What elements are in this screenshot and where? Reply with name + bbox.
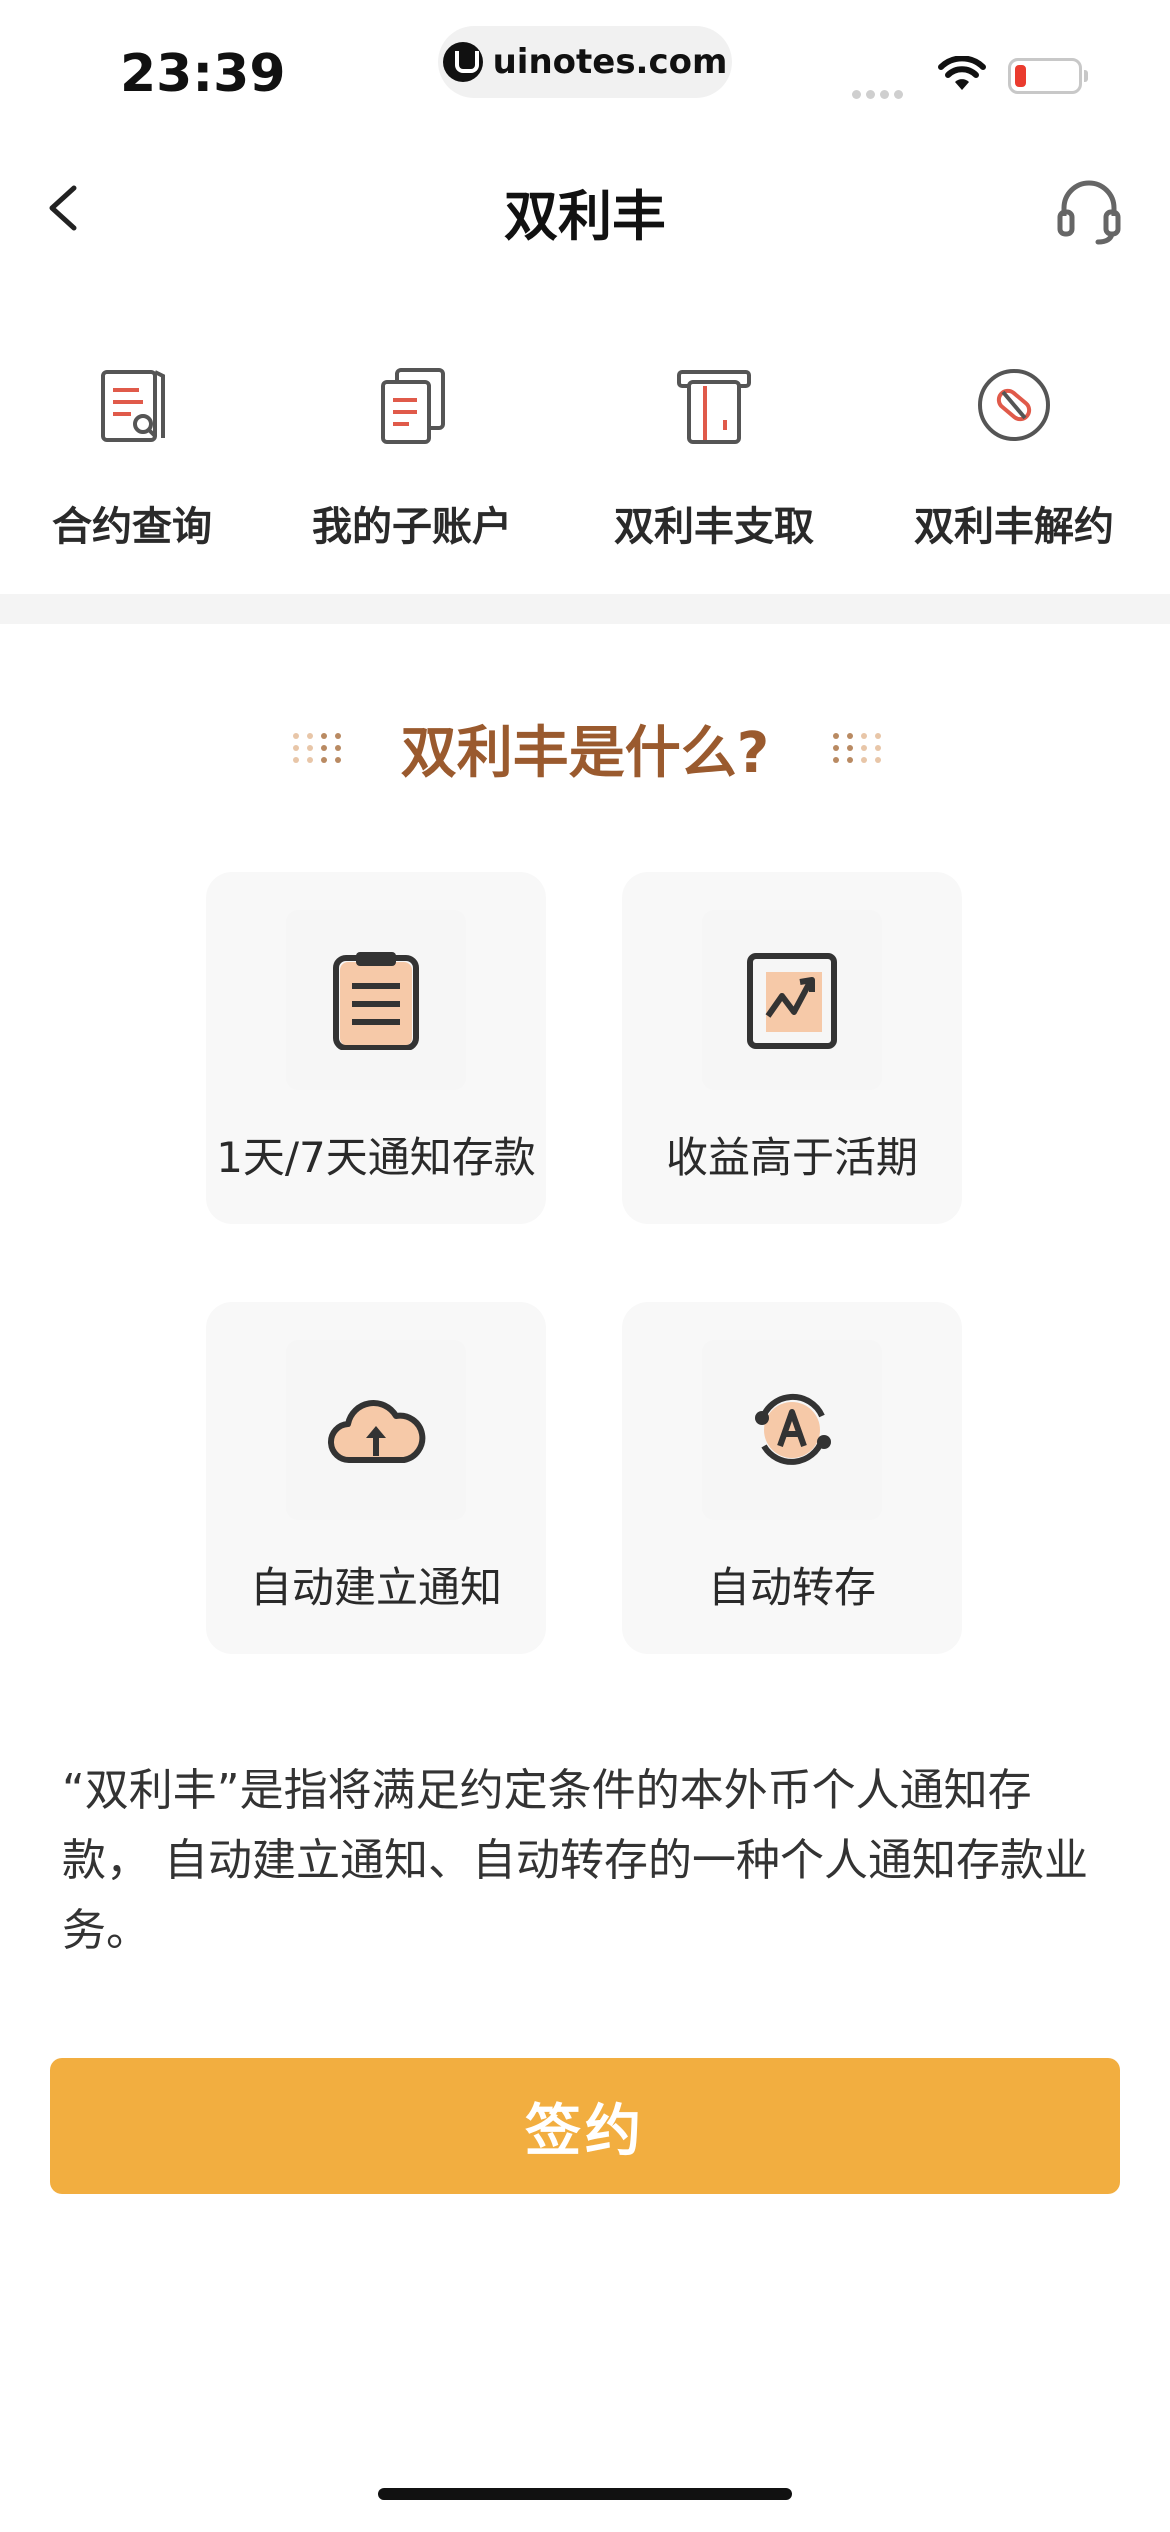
feature-card-auto-rollover: 自动转存 (622, 1302, 962, 1654)
quick-action-withdraw[interactable]: 双利丰支取 (574, 360, 854, 552)
quick-action-label: 我的子账户 (312, 504, 512, 550)
feature-card-auto-notice: 自动建立通知 (206, 1302, 546, 1654)
section-title: 双利丰是什么? (400, 721, 770, 786)
feature-card-higher-yield: 收益高于活期 (622, 872, 962, 1224)
section-heading: 双利丰是什么? (0, 700, 1170, 790)
feature-label: 收益高于活期 (665, 1133, 918, 1182)
feature-label: 自动建立通知 (249, 1563, 502, 1612)
status-time: 23:39 (120, 44, 286, 104)
status-bar: 23:39 uinotes.com (0, 0, 1170, 130)
quick-actions: 合约查询 我的子账户 双利丰支取 双利丰解约 (0, 360, 1170, 560)
quick-action-contract-query[interactable]: 合约查询 (0, 360, 272, 552)
feature-label: 1天/7天通知存款 (216, 1133, 536, 1182)
contract-search-icon (101, 370, 165, 442)
quick-action-terminate[interactable]: 双利丰解约 (874, 360, 1154, 552)
terminate-icon (978, 369, 1050, 441)
cellular-signal-icon (852, 84, 908, 103)
clipboard-icon (333, 952, 419, 1050)
sub-account-icon (381, 368, 445, 444)
feature-label: 自动转存 (707, 1563, 876, 1612)
url-text: uinotes.com (492, 42, 728, 82)
quick-action-label: 合约查询 (52, 504, 212, 550)
home-indicator[interactable] (378, 2488, 792, 2500)
trend-up-icon (747, 953, 837, 1049)
quick-action-sub-account[interactable]: 我的子账户 (272, 360, 552, 552)
section-divider (0, 594, 1170, 624)
wifi-icon (938, 56, 986, 90)
headset-icon[interactable] (1054, 170, 1124, 250)
quick-action-label: 双利丰解约 (914, 504, 1114, 550)
cloud-upload-icon (327, 1400, 426, 1464)
decorative-dots-right-icon (833, 733, 881, 763)
quick-action-label: 双利丰支取 (614, 504, 814, 550)
feature-card-notice-deposit: 1天/7天通知存款 (206, 872, 546, 1224)
product-description: “双利丰”是指将满足约定条件的本外币个人通知存款， 自动建立通知、自动转存的一种… (62, 1765, 1088, 1956)
page-title: 双利丰 (504, 185, 666, 248)
site-logo-icon (442, 42, 483, 82)
sign-button[interactable]: 签约 (50, 2058, 1120, 2194)
withdraw-icon (677, 370, 751, 444)
auto-rollover-icon (755, 1393, 831, 1465)
url-pill[interactable]: uinotes.com (438, 26, 732, 98)
battery-icon (1008, 58, 1088, 94)
